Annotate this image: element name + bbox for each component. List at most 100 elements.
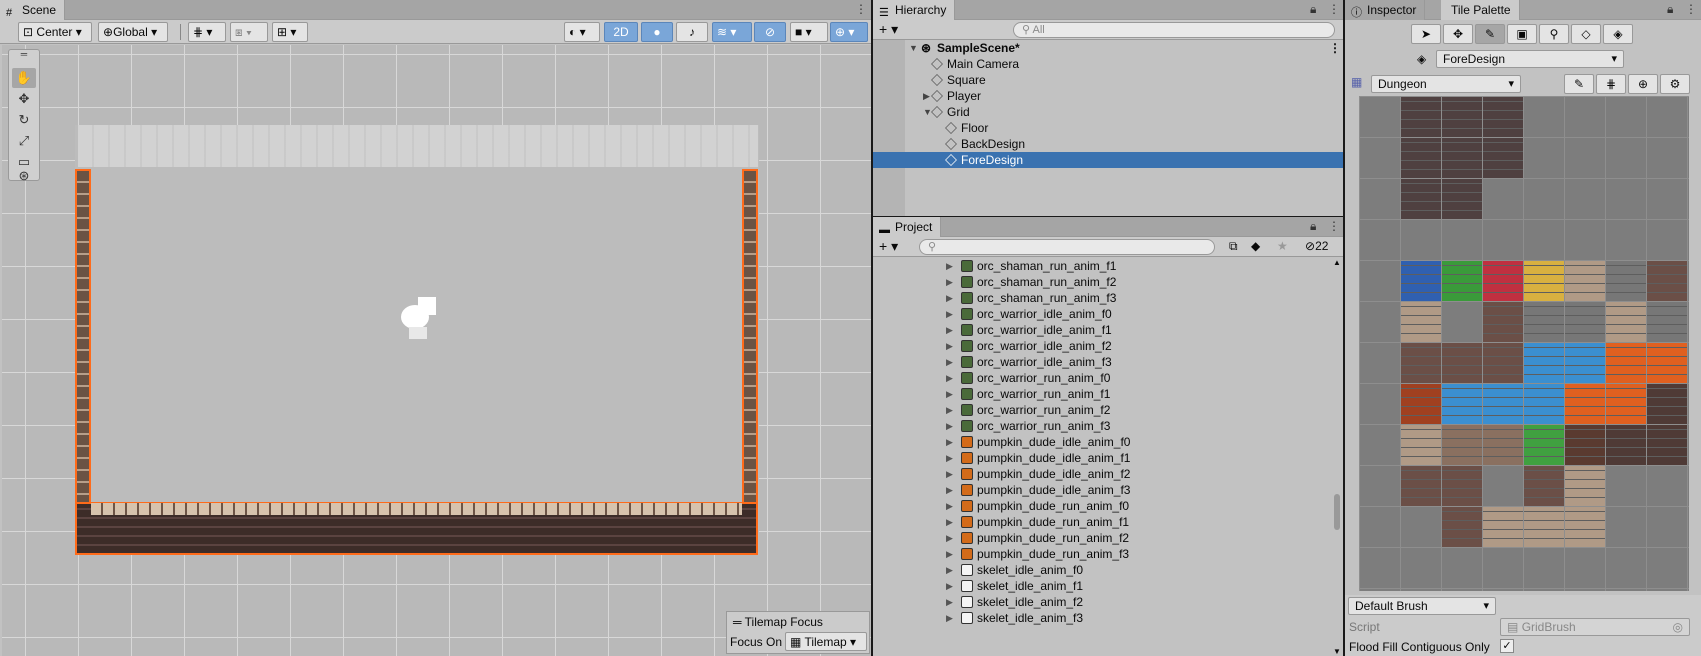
palette-tile[interactable] [1524,343,1564,383]
palette-tile[interactable] [1647,302,1687,342]
scale-tool-icon[interactable]: ⤢ [12,131,36,151]
edit-palette-button[interactable]: ✎ [1564,74,1594,94]
more-options-icon[interactable]: ⋮ [1329,40,1341,56]
drag-handle-icon[interactable]: ═ [12,50,36,59]
project-asset-row[interactable]: ▶ orc_shaman_run_anim_f1 [873,258,1331,274]
project-asset-row[interactable]: ▶ pumpkin_dude_run_anim_f3 [873,546,1331,562]
lock-icon[interactable]: 🔒︎ [1310,219,1316,234]
increment-snap-button[interactable]: ⧆ ▾ [230,22,268,42]
draw-mode-dropdown[interactable]: ◐ ▾ [564,22,600,42]
expand-arrow-icon[interactable]: ▶ [946,386,953,402]
palette-tile[interactable] [1606,261,1646,301]
pivot-mode-dropdown[interactable]: ⊡ Center ▾ [18,22,92,42]
expand-arrow-icon[interactable]: ▶ [946,466,953,482]
project-asset-row[interactable]: ▶ pumpkin_dude_idle_anim_f2 [873,466,1331,482]
palette-dropdown[interactable]: Dungeon [1371,75,1521,93]
more-options-icon[interactable]: ⋮ [1685,2,1697,16]
project-asset-row[interactable]: ▶ orc_warrior_run_anim_f0 [873,370,1331,386]
hierarchy-item-main-camera[interactable]: Main Camera [873,56,1343,72]
expand-arrow-icon[interactable]: ▶ [946,594,953,610]
project-asset-row[interactable]: ▶ pumpkin_dude_run_anim_f2 [873,530,1331,546]
expand-arrow-icon[interactable]: ▶ [923,88,930,104]
lock-icon[interactable]: 🔒︎ [1667,2,1673,17]
focus-on-dropdown[interactable]: ▦ Tilemap ▾ [785,632,867,651]
palette-tile[interactable] [1524,507,1564,547]
palette-grid-toggle[interactable]: ⋕ [1596,74,1626,94]
palette-tile[interactable] [1606,343,1646,383]
palette-tile[interactable] [1524,302,1564,342]
palette-tile[interactable] [1483,507,1523,547]
palette-tile[interactable] [1565,343,1605,383]
palette-tile[interactable] [1483,261,1523,301]
expand-arrow-icon[interactable]: ▶ [946,370,953,386]
palette-tile[interactable] [1647,343,1687,383]
hierarchy-item-player[interactable]: ▶ Player [873,88,1343,104]
palette-tile[interactable] [1442,425,1482,465]
expand-arrow-icon[interactable]: ▶ [946,546,953,562]
more-options-icon[interactable]: ⋮ [1328,219,1340,233]
palette-tile[interactable] [1565,384,1605,424]
project-asset-row[interactable]: ▶ orc_warrior_idle_anim_f3 [873,354,1331,370]
transform-tool-icon[interactable]: ⊛ [12,169,36,182]
project-asset-row[interactable]: ▶ orc_warrior_run_anim_f2 [873,402,1331,418]
tab-project[interactable]: ▬ Project [873,217,942,237]
palette-tile[interactable] [1401,425,1441,465]
palette-tile[interactable] [1606,384,1646,424]
grid-snap-button[interactable]: ⋕ ▾ [188,22,226,42]
palette-tile[interactable] [1647,425,1687,465]
eraser-tool-button[interactable]: ◇ [1571,24,1601,44]
palette-tile[interactable] [1647,261,1687,301]
rotate-tool-icon[interactable]: ↻ [12,110,36,130]
palette-tile[interactable] [1483,138,1523,178]
player-sprite[interactable] [401,297,439,339]
project-asset-row[interactable]: ▶ orc_shaman_run_anim_f3 [873,290,1331,306]
project-asset-row[interactable]: ▶ pumpkin_dude_run_anim_f0 [873,498,1331,514]
drag-handle-icon[interactable]: ═ [733,615,742,629]
expand-arrow-icon[interactable]: ▶ [946,258,953,274]
add-create-button[interactable]: + ▾ [879,238,898,255]
palette-tile[interactable] [1524,384,1564,424]
more-options-icon[interactable]: ⋮ [855,2,867,16]
project-asset-row[interactable]: ▶ orc_shaman_run_anim_f2 [873,274,1331,290]
project-asset-row[interactable]: ▶ skelet_idle_anim_f0 [873,562,1331,578]
tab-hierarchy[interactable]: ☰ Hierarchy [873,0,956,20]
expand-arrow-icon[interactable]: ▶ [946,434,953,450]
project-asset-row[interactable]: ▶ pumpkin_dude_idle_anim_f1 [873,450,1331,466]
palette-tile[interactable] [1483,343,1523,383]
project-asset-row[interactable]: ▶ skelet_idle_anim_f1 [873,578,1331,594]
picker-tool-button[interactable]: ⚲ [1539,24,1569,44]
tab-scene[interactable]: # Scene [0,0,66,20]
palette-tile[interactable] [1442,384,1482,424]
expand-arrow-icon[interactable]: ▶ [946,482,953,498]
palette-tile[interactable] [1442,261,1482,301]
palette-tile[interactable] [1524,466,1564,506]
active-tilemap-dropdown[interactable]: ForeDesign [1436,50,1624,68]
search-by-type-icon[interactable]: ⧉ [1229,239,1238,254]
effects-toggle[interactable]: ≋ ▾ [712,22,752,42]
scrollbar-thumb[interactable] [1334,494,1340,530]
scene-root-row[interactable]: ▼ ⊛ SampleScene* ⋮ [873,40,1343,56]
hierarchy-search-input[interactable]: ⚲ All [1013,22,1335,38]
tab-inspector[interactable]: ⓘ Inspector [1345,0,1426,20]
hierarchy-item-backdesign[interactable]: BackDesign [873,136,1343,152]
palette-tile[interactable] [1647,384,1687,424]
expand-arrow-icon[interactable]: ▶ [946,498,953,514]
expand-arrow-icon[interactable]: ▶ [946,418,953,434]
project-asset-row[interactable]: ▶ skelet_idle_anim_f3 [873,610,1331,626]
scroll-up-icon[interactable]: ▲ [1333,258,1341,267]
palette-tile[interactable] [1401,343,1441,383]
expand-arrow-icon[interactable]: ▶ [946,274,953,290]
project-asset-row[interactable]: ▶ orc_warrior_idle_anim_f0 [873,306,1331,322]
palette-tile[interactable] [1442,179,1482,219]
brush-dropdown[interactable]: Default Brush [1348,597,1496,615]
hierarchy-item-square[interactable]: Square [873,72,1343,88]
expand-arrow-icon[interactable]: ▶ [946,338,953,354]
expand-arrow-icon[interactable]: ▶ [946,530,953,546]
tab-tile-palette[interactable]: Tile Palette [1441,0,1520,20]
palette-tile[interactable] [1565,425,1605,465]
palette-settings-button[interactable]: ⚙ [1660,74,1690,94]
audio-toggle[interactable]: ♪ [676,22,708,42]
palette-canvas[interactable] [1359,96,1689,591]
palette-tile[interactable] [1401,179,1441,219]
expand-arrow-icon[interactable]: ▶ [946,562,953,578]
